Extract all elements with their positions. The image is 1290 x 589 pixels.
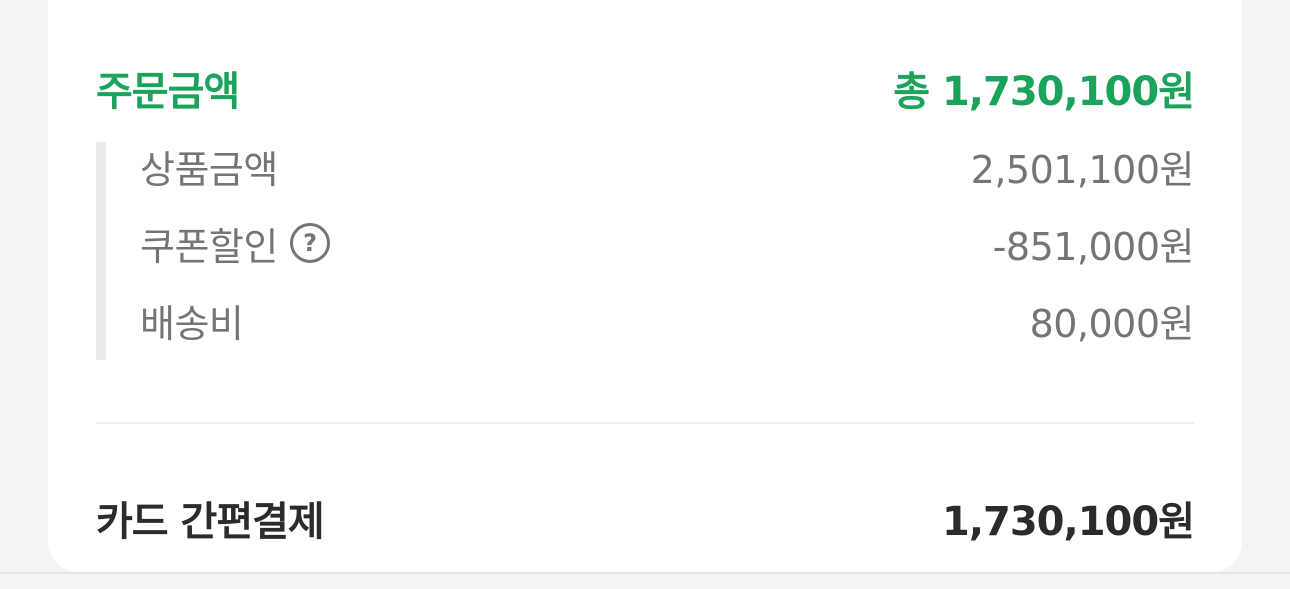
order-amount-label: 주문금액 [96,69,240,115]
order-summary-card: 주문금액 총 1,730,100원 상품금액 2,501,100원 쿠폰할인 ?… [48,0,1242,572]
section-divider [96,422,1194,424]
payment-method-label: 카드 간편결제 [96,499,325,545]
coupon-discount-value: -851,000원 [992,224,1195,269]
coupon-discount-label-group: 쿠폰할인 ? [140,216,330,271]
question-circle-icon[interactable]: ? [289,223,330,263]
shipping-fee-label: 배송비 [140,301,244,346]
product-amount-value: 2,501,100원 [970,147,1195,192]
coupon-discount-label: 쿠폰할인 [140,224,278,269]
order-amount-header: 주문금액 총 1,730,100원 [96,58,1195,118]
bottom-bar [0,572,1290,589]
payment-amount: 1,730,100원 [941,499,1195,545]
breakdown-row-product: 상품금액 2,501,100원 [140,142,1195,192]
payment-method-row: 카드 간편결제 1,730,100원 [96,490,1195,546]
amount-breakdown: 상품금액 2,501,100원 쿠폰할인 ? -851,000원 배송비 80,… [96,142,1195,360]
shipping-fee-value: 80,000원 [1029,301,1195,346]
breakdown-row-coupon: 쿠폰할인 ? -851,000원 [140,219,1195,269]
order-total-amount: 총 1,730,100원 [893,69,1195,115]
breakdown-row-shipping: 배송비 80,000원 [140,296,1195,346]
product-amount-label: 상품금액 [140,147,278,192]
